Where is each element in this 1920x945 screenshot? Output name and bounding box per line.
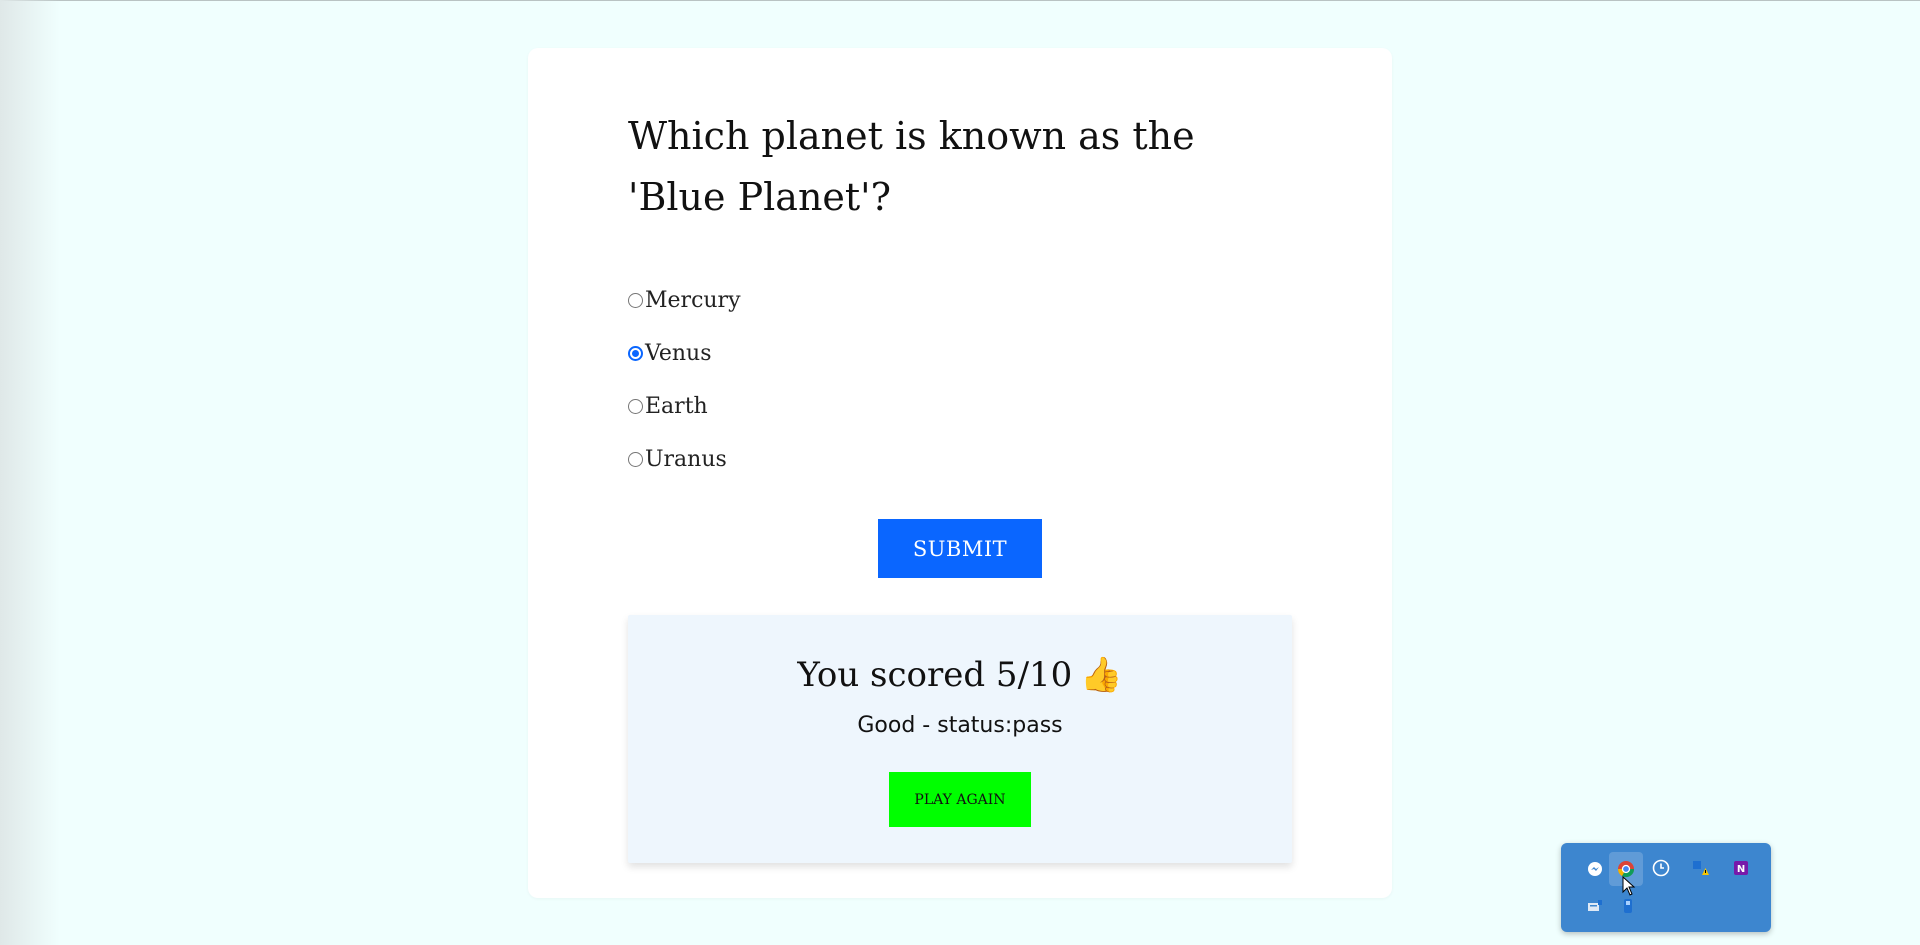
radio-mercury[interactable] [628,293,643,308]
play-again-button[interactable]: PLAY AGAIN [889,772,1031,827]
radio-uranus[interactable] [628,452,643,467]
option-label-earth: Earth [645,394,708,419]
clock-icon[interactable] [1651,858,1671,878]
network-adapter-icon[interactable] [1585,896,1605,916]
question-text: Which planet is known as the 'Blue Plane… [628,114,1195,219]
option-label-uranus: Uranus [645,447,727,472]
radio-earth[interactable] [628,399,643,414]
system-tray-overflow: N [1561,843,1771,932]
option-venus[interactable]: Venus [628,327,741,380]
bluetooth-device-icon[interactable] [1618,896,1638,916]
onenote-icon[interactable]: N [1731,858,1751,878]
option-earth[interactable]: Earth [628,380,741,433]
submit-button[interactable]: SUBMIT [878,519,1042,578]
status-text: Good - status:pass [857,713,1063,738]
mouse-cursor-icon [1622,876,1636,896]
messenger-icon[interactable] [1585,859,1605,879]
option-mercury[interactable]: Mercury [628,274,741,327]
score-heading: You scored 5/10 👍 [628,655,1292,695]
thumbs-up-icon: 👍 [1080,655,1123,695]
option-label-venus: Venus [645,341,712,366]
window-top-border [0,0,1920,1]
result-panel: You scored 5/10 👍 Good - status:pass PLAY… [628,615,1292,863]
quiz-card: Which planet is known as the 'Blue Plane… [528,48,1392,898]
radio-venus[interactable] [628,346,643,361]
score-text: You scored 5/10 [797,655,1073,695]
answer-options: Mercury Venus Earth Uranus [628,274,741,486]
left-edge-shadow [0,0,60,945]
option-label-mercury: Mercury [645,288,741,313]
defender-warning-icon[interactable] [1691,858,1711,878]
option-uranus[interactable]: Uranus [628,433,741,486]
svg-text:N: N [1737,864,1745,875]
